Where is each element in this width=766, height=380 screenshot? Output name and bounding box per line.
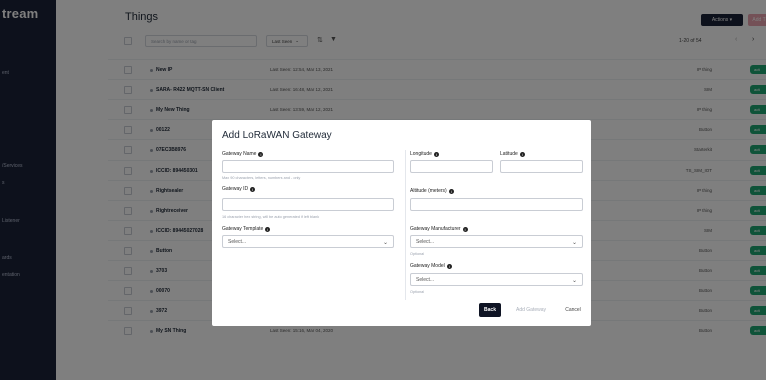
info-circle-icon[interactable]: i bbox=[448, 188, 454, 194]
manufacturer-label: Gateway Manufacturer i bbox=[410, 226, 468, 232]
column-divider bbox=[405, 150, 406, 300]
gateway-name-hint: Max 90 characters, letters, numbers and … bbox=[222, 176, 301, 180]
add-gateway-modal: Add LoRaWAN Gateway Gateway Name i Max 9… bbox=[212, 120, 591, 326]
info-circle-icon[interactable]: i bbox=[250, 186, 256, 192]
gateway-template-label-text: Gateway Template bbox=[222, 226, 264, 232]
manufacturer-hint: Optional bbox=[410, 252, 425, 256]
back-button[interactable]: Back bbox=[479, 303, 501, 317]
info-circle-icon[interactable]: i bbox=[265, 226, 271, 232]
gateway-template-label: Gateway Template i bbox=[222, 226, 271, 232]
manufacturer-select[interactable]: Select... ⌄ bbox=[410, 235, 583, 248]
gateway-name-label-text: Gateway Name bbox=[222, 151, 257, 157]
latitude-label: Latitude i bbox=[500, 151, 525, 157]
gateway-id-input[interactable] bbox=[222, 198, 394, 211]
gateway-name-input[interactable] bbox=[222, 160, 394, 173]
model-value: Select... bbox=[416, 276, 435, 283]
gateway-template-select[interactable]: Select... ⌄ bbox=[222, 235, 394, 248]
gateway-template-value: Select... bbox=[228, 238, 247, 245]
gateway-id-label-text: Gateway ID bbox=[222, 186, 249, 192]
model-select[interactable]: Select... ⌄ bbox=[410, 273, 583, 286]
latitude-input[interactable] bbox=[500, 160, 583, 173]
manufacturer-label-text: Gateway Manufacturer bbox=[410, 226, 461, 232]
info-circle-icon[interactable]: i bbox=[519, 151, 525, 157]
gateway-id-hint: 16 character hex string, will be auto ge… bbox=[222, 215, 320, 219]
manufacturer-value: Select... bbox=[416, 238, 435, 245]
info-circle-icon[interactable]: i bbox=[433, 151, 439, 157]
gateway-name-label: Gateway Name i bbox=[222, 151, 264, 157]
cancel-button[interactable]: Cancel bbox=[561, 303, 585, 317]
info-circle-icon[interactable]: i bbox=[462, 226, 468, 232]
info-circle-icon[interactable]: i bbox=[446, 263, 452, 269]
info-circle-icon[interactable]: i bbox=[258, 151, 264, 157]
longitude-label: Longitude i bbox=[410, 151, 439, 157]
chevron-down-icon: ⌄ bbox=[382, 240, 388, 246]
model-label-text: Gateway Model bbox=[410, 263, 445, 269]
gateway-id-label: Gateway ID i bbox=[222, 186, 256, 192]
chevron-down-icon: ⌄ bbox=[571, 278, 577, 284]
longitude-label-text: Longitude bbox=[410, 151, 432, 157]
latitude-label-text: Latitude bbox=[500, 151, 518, 157]
altitude-input[interactable] bbox=[410, 198, 583, 211]
modal-title: Add LoRaWAN Gateway bbox=[222, 130, 332, 141]
model-hint: Optional bbox=[410, 290, 425, 294]
longitude-input[interactable] bbox=[410, 160, 493, 173]
altitude-label-text: Altitude (meters) bbox=[410, 188, 447, 194]
altitude-label: Altitude (meters) i bbox=[410, 188, 454, 194]
chevron-down-icon: ⌄ bbox=[571, 240, 577, 246]
add-gateway-button[interactable]: Add Gateway bbox=[511, 303, 551, 317]
model-label: Gateway Model i bbox=[410, 263, 452, 269]
